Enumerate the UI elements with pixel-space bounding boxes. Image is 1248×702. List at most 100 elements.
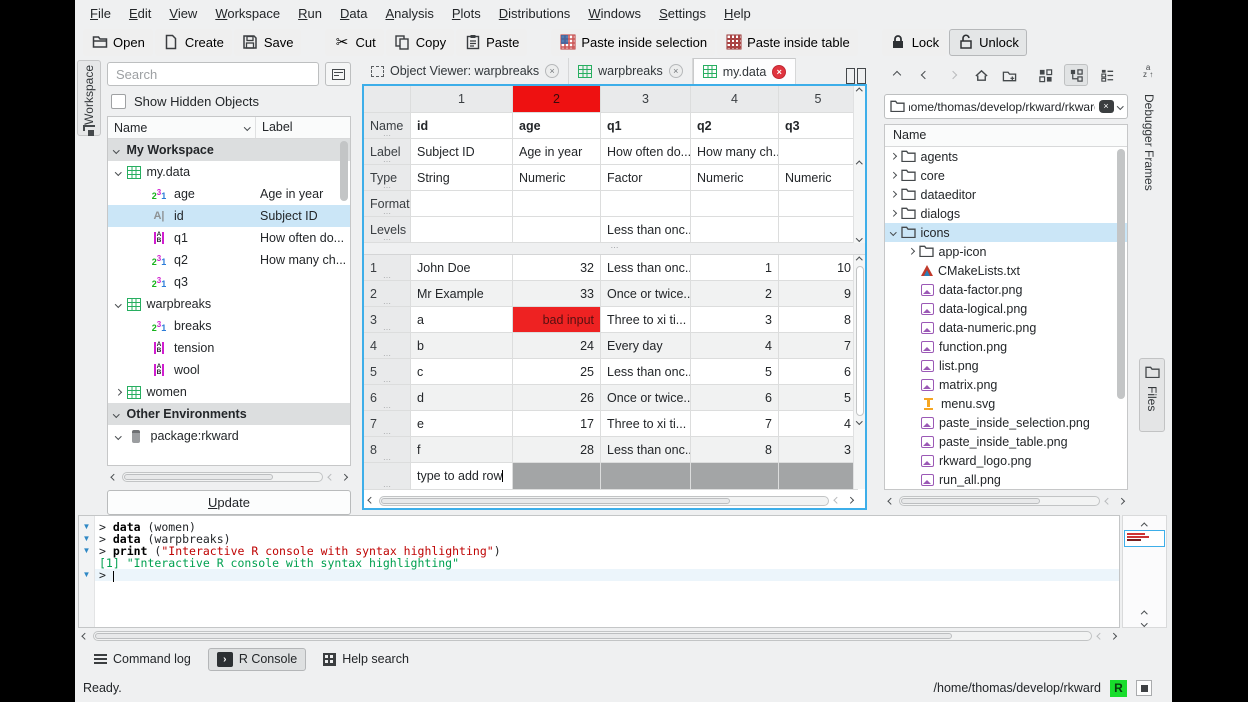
file-item-menu-svg[interactable]: menu.svg [885,394,1127,413]
cut-button[interactable]: ✂Cut [325,29,383,56]
tree-item-warpbreaks[interactable]: warpbreaks [108,293,350,315]
row-header-4[interactable]: 4⋯ [364,333,411,359]
data-cell[interactable]: 3 [779,437,858,463]
forward-button[interactable] [944,66,962,84]
data-cell[interactable]: 33 [513,281,601,307]
tree-item-women[interactable]: women [108,381,350,403]
file-item-data-logical-png[interactable]: data-logical.png [885,299,1127,318]
tool-tab-help-search[interactable]: Help search [314,648,418,670]
row-header-1[interactable]: 1⋯ [364,255,411,281]
file-item-paste-inside-selection-png[interactable]: paste_inside_selection.png [885,413,1127,432]
data-cell[interactable]: Less than onc... [601,359,691,385]
tree-item-age[interactable]: 231ageAge in year [108,183,350,205]
file-item-data-factor-png[interactable]: data-factor.png [885,280,1127,299]
data-cell[interactable]: 5 [691,359,779,385]
data-cell[interactable]: 7 [779,333,858,359]
file-item-paste-inside-table-png[interactable]: paste_inside_table.png [885,432,1127,451]
data-cell[interactable]: d [411,385,513,411]
row-header-8[interactable]: 8⋯ [364,437,411,463]
menu-edit[interactable]: Edit [120,2,160,25]
caret-icon[interactable] [115,433,121,439]
tool-tab-r-console[interactable]: ›R Console [208,648,306,671]
data-cell[interactable]: 24 [513,333,601,359]
data-cell[interactable]: 2 [691,281,779,307]
caret-icon[interactable] [908,248,914,254]
tree-item-wool[interactable]: ABwool [108,359,350,381]
tree-item-breaks[interactable]: 231breaks [108,315,350,337]
data-cell[interactable]: John Doe [411,255,513,281]
document-tab-my-data[interactable]: my.data× [693,58,797,84]
close-tab-icon[interactable]: × [545,64,559,78]
tree-item-tension[interactable]: ABtension [108,337,350,359]
menu-distributions[interactable]: Distributions [490,2,580,25]
document-tab-warpbreaks[interactable]: warpbreaks× [569,58,693,84]
new-folder-button[interactable] [1000,66,1018,84]
data-cell[interactable]: 7 [691,411,779,437]
data-cell[interactable]: 26 [513,385,601,411]
meta-cell[interactable]: q2 [691,113,779,139]
search-input[interactable] [107,62,319,86]
data-cell[interactable]: 6 [779,359,858,385]
console-scrollbar-minimap[interactable] [1122,515,1167,628]
paste-inside-selection-button[interactable]: Paste inside selection [551,29,715,56]
files-hscrollbar[interactable] [884,494,1128,508]
data-cell[interactable]: bad input [513,307,601,333]
tree-item-package-rkward[interactable]: package:rkward [108,425,350,445]
column-header-4[interactable]: 4 [691,86,779,113]
console-hscrollbar[interactable] [78,629,1120,643]
meta-cell[interactable]: Numeric [691,165,779,191]
split-view-button[interactable] [846,68,866,84]
file-item-function-png[interactable]: function.png [885,337,1127,356]
tool-tab-workspace[interactable]: Workspace [77,60,101,136]
data-cell[interactable]: 3 [691,307,779,333]
home-button[interactable] [972,66,990,84]
unlock-button[interactable]: Unlock [949,29,1027,56]
data-cell[interactable]: 10 [779,255,858,281]
tool-tab-debugger-frames[interactable]: Debugger Frames [1142,94,1156,191]
column-header-name[interactable]: Name [108,117,256,138]
tree-section-my-workspace[interactable]: My Workspace [108,139,350,161]
meta-cell[interactable]: Numeric [513,165,601,191]
copy-button[interactable]: Copy [386,29,454,56]
file-item-dialogs[interactable]: dialogs [885,204,1127,223]
caret-icon[interactable] [890,229,896,235]
add-row-input[interactable]: type to add row [411,463,513,490]
minimap-viewport[interactable] [1124,530,1165,547]
data-cell[interactable]: 8 [691,437,779,463]
file-item-dataeditor[interactable]: dataeditor [885,185,1127,204]
r-engine-status-badge[interactable]: R [1110,680,1127,697]
data-cell[interactable]: 32 [513,255,601,281]
open-button[interactable]: Open [83,29,153,56]
meta-cell[interactable] [779,191,858,217]
data-cell[interactable]: 25 [513,359,601,385]
data-cell[interactable]: 1 [691,255,779,281]
r-console[interactable]: ▼▼▼▼ > data (women)> data (warpbreaks)> … [78,515,1120,628]
close-tab-icon[interactable]: × [772,65,786,79]
files-column-header[interactable]: Name [885,125,1127,147]
meta-cell[interactable]: Less than onc... [601,217,691,243]
up-button[interactable] [888,66,906,84]
meta-cell[interactable] [411,217,513,243]
meta-cell[interactable] [779,217,858,243]
tree-item-my-data[interactable]: my.data [108,161,350,183]
metadata-vscrollbar[interactable] [853,86,865,243]
meta-cell[interactable]: Age in year [513,139,601,165]
meta-cell[interactable]: age [513,113,601,139]
row-header-2[interactable]: 2⋯ [364,281,411,307]
minimap-up-icon[interactable] [1123,516,1166,528]
menu-settings[interactable]: Settings [650,2,715,25]
data-cell[interactable]: Three to xi ti... [601,411,691,437]
meta-cell[interactable]: id [411,113,513,139]
meta-cell[interactable]: Subject ID [411,139,513,165]
clear-location-icon[interactable]: × [1099,100,1114,113]
meta-cell[interactable] [411,191,513,217]
tree-view-button[interactable] [1064,64,1088,86]
data-cell[interactable]: Less than onc... [601,255,691,281]
update-button[interactable]: Update [107,490,351,515]
data-cell[interactable]: Mr Example [411,281,513,307]
engine-busy-indicator[interactable] [1136,680,1152,696]
create-button[interactable]: Create [155,29,232,56]
data-cell[interactable]: 17 [513,411,601,437]
data-cell[interactable]: Less than onc... [601,437,691,463]
data-cell[interactable]: 5 [779,385,858,411]
